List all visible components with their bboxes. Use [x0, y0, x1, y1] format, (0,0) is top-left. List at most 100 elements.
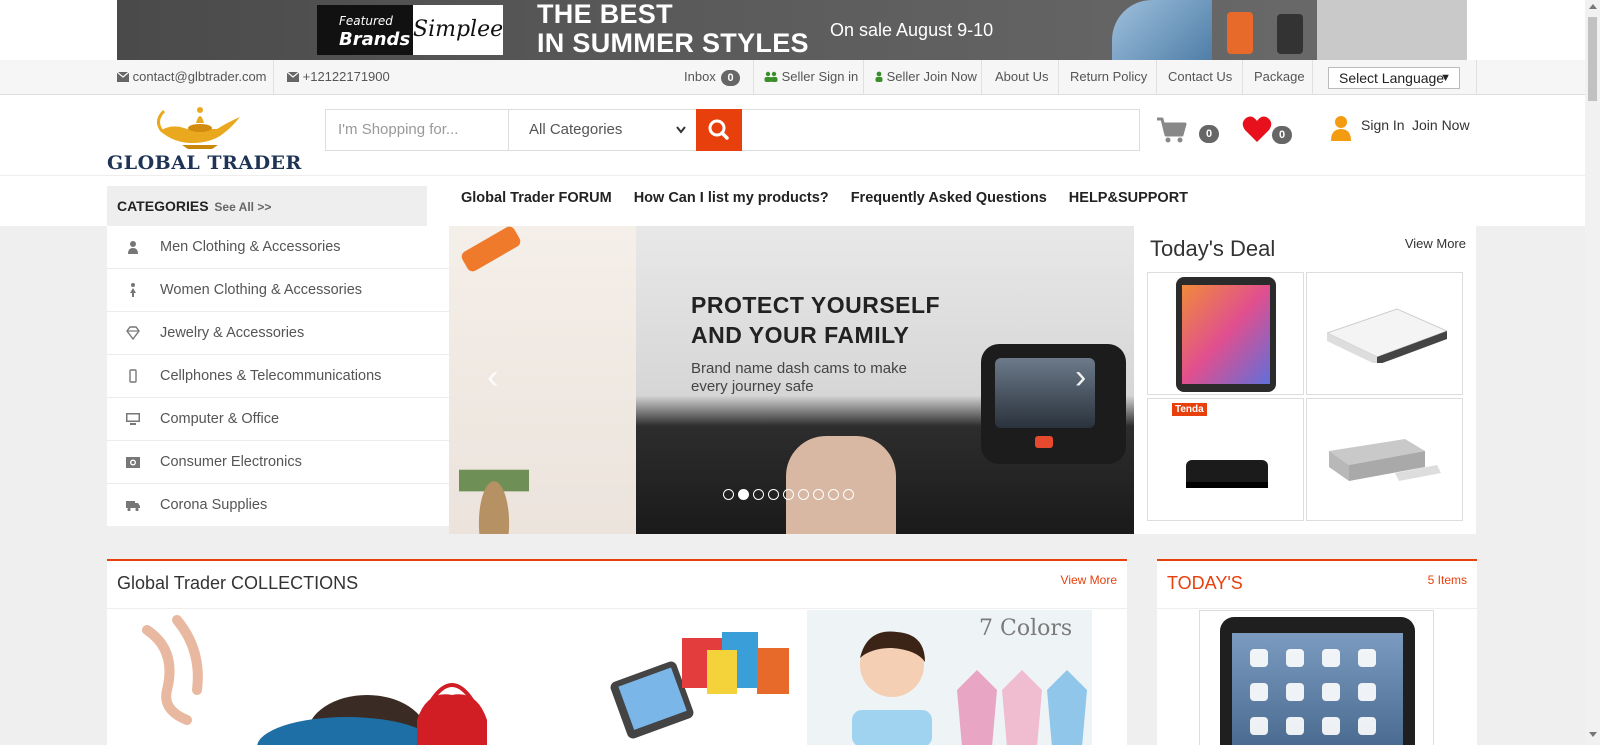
todays-product-card[interactable]	[1199, 610, 1434, 745]
category-label: Women Clothing & Accessories	[160, 282, 363, 298]
category-item-electronics[interactable]: Consumer Electronics	[107, 441, 449, 484]
divider	[1058, 60, 1059, 94]
inbox-label: Inbox	[684, 69, 716, 84]
contact-email[interactable]: contact@glbtrader.com	[116, 60, 267, 94]
slide-hand-image	[786, 436, 896, 534]
banner-sale-text: On sale August 9-10	[830, 20, 994, 40]
divider	[753, 60, 754, 94]
envelope-icon	[286, 71, 300, 82]
top-nav-bar: contact@glbtrader.com +12122171900 Inbox…	[0, 60, 1585, 95]
slider-dot[interactable]	[768, 489, 779, 500]
inbox-link[interactable]: Inbox 0	[684, 60, 740, 94]
cart-button[interactable]	[1155, 115, 1187, 145]
brand-logo: Simplee	[413, 5, 503, 55]
promo-banner[interactable]: Featured Brands Simplee THE BEST IN SUMM…	[117, 0, 1467, 60]
seller-signin-link[interactable]: Seller Sign in	[764, 60, 858, 94]
category-list: Men Clothing & Accessories Women Clothin…	[107, 226, 449, 526]
phone-text: +12122171900	[302, 69, 390, 84]
collection-shopping-image[interactable]	[107, 610, 807, 745]
category-item-computer[interactable]: Computer & Office	[107, 398, 449, 441]
deal-tile-tablet[interactable]	[1147, 272, 1304, 395]
router-image	[1186, 460, 1268, 488]
page-scrollbar[interactable]	[1585, 0, 1600, 745]
deal-tile-router[interactable]: Tenda	[1147, 398, 1304, 521]
wishlist-button[interactable]	[1242, 115, 1272, 143]
see-all-link[interactable]: See All >>	[214, 200, 271, 214]
seller-join-link[interactable]: Seller Join Now	[875, 60, 977, 94]
truck-icon	[126, 501, 140, 512]
banner-headline-line-1: THE BEST	[537, 0, 673, 29]
contact-us-link[interactable]: Contact Us	[1168, 60, 1232, 94]
scrollbar-thumb[interactable]	[1588, 17, 1597, 101]
banner-denim-image	[1112, 0, 1212, 60]
category-item-corona[interactable]: Corona Supplies	[107, 484, 449, 527]
divider	[1476, 60, 1477, 94]
divider	[1157, 608, 1477, 609]
camera-icon	[126, 457, 140, 468]
return-policy-link[interactable]: Return Policy	[1070, 60, 1147, 94]
nav-support[interactable]: HELP&SUPPORT	[1069, 190, 1188, 206]
category-item-women[interactable]: Women Clothing & Accessories	[107, 269, 449, 312]
chevron-right-icon[interactable]: ›	[1075, 358, 1086, 397]
join-now-link[interactable]: Join Now	[1412, 117, 1470, 133]
deal-tile-switch[interactable]	[1306, 272, 1463, 395]
todays-deal-view-more[interactable]: View More	[1405, 236, 1466, 251]
sign-in-link[interactable]: Sign In	[1361, 117, 1405, 133]
slider-dot[interactable]	[738, 489, 749, 500]
collection-kids-image[interactable]: 7 Colors	[807, 610, 1092, 745]
category-select[interactable]: All Categories	[508, 109, 697, 151]
slide-headline-line-1: PROTECT YOURSELF	[691, 292, 941, 318]
package-link[interactable]: Package	[1254, 60, 1305, 94]
slider-dot[interactable]	[828, 489, 839, 500]
slide-headline: PROTECT YOURSELF AND YOUR FAMILY	[691, 290, 940, 350]
site-logo[interactable]: GLOBAL TRADER	[107, 95, 301, 175]
slider-dot[interactable]	[813, 489, 824, 500]
language-select[interactable]: Select Language ▼	[1328, 67, 1460, 89]
slider-dot[interactable]	[798, 489, 809, 500]
category-item-cellphones[interactable]: Cellphones & Telecommunications	[107, 355, 449, 398]
scroll-up-icon[interactable]	[1589, 4, 1597, 9]
search-bar-extension[interactable]	[742, 109, 1140, 151]
search-button[interactable]	[696, 109, 742, 151]
hero-slider[interactable]: PROTECT YOURSELF AND YOUR FAMILY Brand n…	[449, 226, 1134, 534]
nav-forum[interactable]: Global Trader FORUM	[461, 190, 612, 206]
speaker-image	[1329, 439, 1441, 481]
user-icon	[875, 71, 883, 82]
search-input[interactable]: I'm Shopping for...	[325, 109, 508, 151]
brands-label: Brands	[339, 29, 411, 50]
banner-orange-product-image	[1227, 12, 1253, 54]
slider-indicators	[723, 487, 858, 505]
diamond-icon	[126, 326, 140, 341]
category-label: Jewelry & Accessories	[160, 325, 305, 341]
todays-count[interactable]: 5 Items	[1428, 573, 1467, 587]
todays-title: TODAY'S	[1167, 573, 1243, 593]
page: Featured Brands Simplee THE BEST IN SUMM…	[0, 0, 1600, 745]
category-item-jewelry[interactable]: Jewelry & Accessories	[107, 312, 449, 355]
nav-list-products[interactable]: How Can I list my products?	[634, 190, 829, 206]
scroll-down-icon[interactable]	[1589, 732, 1597, 737]
slider-dot[interactable]	[753, 489, 764, 500]
category-item-men[interactable]: Men Clothing & Accessories	[107, 226, 449, 269]
nav-faq[interactable]: Frequently Asked Questions	[851, 190, 1047, 206]
slider-dot[interactable]	[783, 489, 794, 500]
category-label: Consumer Electronics	[160, 454, 302, 470]
divider	[981, 60, 982, 94]
collections-view-more[interactable]: View More	[1061, 573, 1117, 587]
cart-count-badge: 0	[1199, 125, 1219, 143]
contact-phone[interactable]: +12122171900	[286, 60, 390, 94]
slide-bottle-image	[459, 226, 523, 274]
seller-join-label: Seller Join Now	[886, 69, 977, 84]
tablet-product-image	[1176, 277, 1276, 392]
mobile-icon	[129, 369, 137, 383]
slider-dot[interactable]	[843, 489, 854, 500]
slider-dot[interactable]	[723, 489, 734, 500]
banner-headline: THE BEST IN SUMMER STYLES	[537, 0, 809, 58]
about-link[interactable]: About Us	[995, 60, 1048, 94]
account-button[interactable]	[1330, 114, 1352, 142]
deal-tile-speaker[interactable]	[1306, 398, 1463, 521]
girl-dresses-image	[852, 631, 1087, 745]
divider	[1156, 60, 1157, 94]
caret-down-icon: ▼	[1440, 72, 1451, 84]
chevron-left-icon[interactable]: ‹	[487, 358, 498, 397]
magic-lamp-icon	[157, 107, 240, 149]
